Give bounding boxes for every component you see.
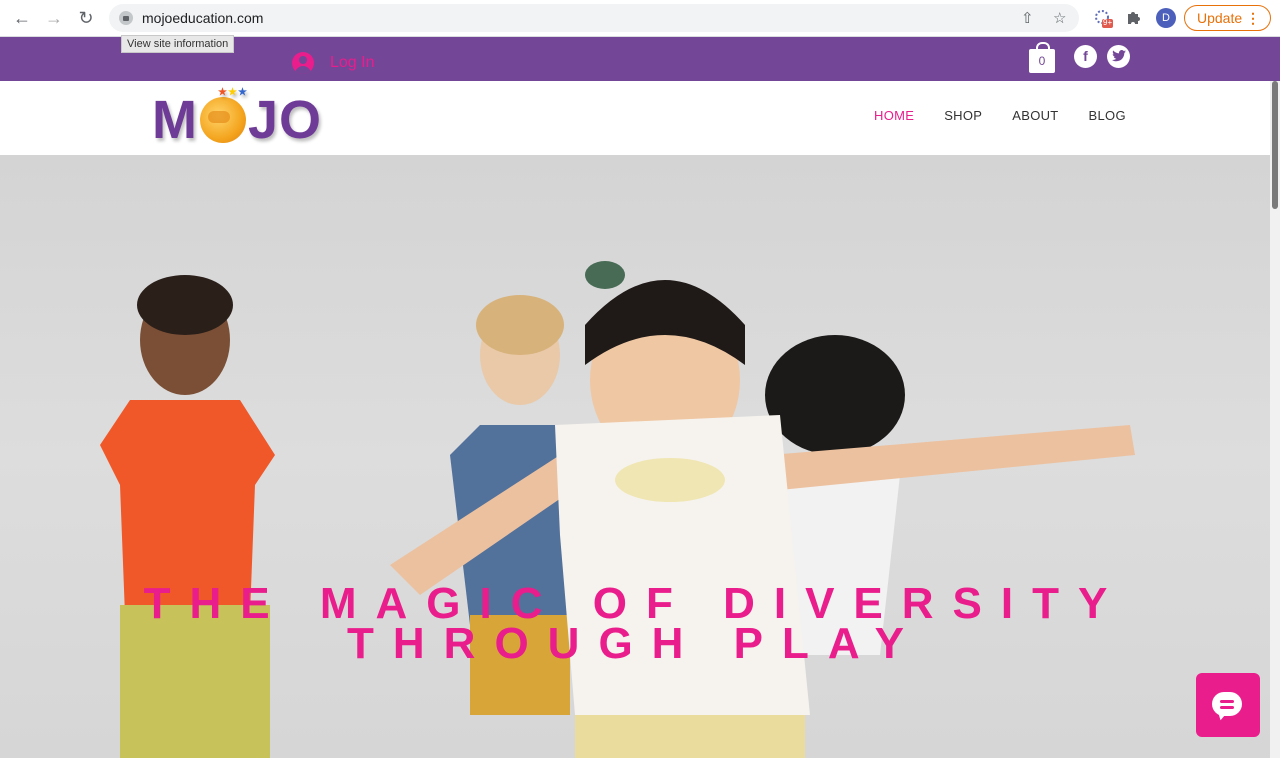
share-icon[interactable]: ⇧ bbox=[1021, 9, 1034, 27]
cart-count: 0 bbox=[1038, 54, 1046, 68]
reload-icon[interactable]: ↻ bbox=[76, 8, 96, 28]
update-label: Update bbox=[1197, 10, 1243, 26]
scroll-thumb[interactable] bbox=[1272, 81, 1278, 209]
chat-icon bbox=[1212, 692, 1242, 716]
hero-title-line2: THROUGH PLAY bbox=[347, 619, 923, 668]
lock-icon[interactable] bbox=[119, 11, 133, 25]
puzzle-icon[interactable] bbox=[1126, 9, 1144, 27]
star-icon[interactable]: ☆ bbox=[1053, 9, 1066, 27]
mojo-logo[interactable]: M ★★★ JO bbox=[152, 87, 323, 151]
hero-banner: THE MAGIC OF DIVERSITY THROUGH PLAY bbox=[0, 155, 1270, 758]
page-scrollbar[interactable] bbox=[1270, 81, 1280, 758]
user-icon bbox=[292, 52, 314, 74]
nav-blog[interactable]: BLOG bbox=[1089, 108, 1126, 123]
back-icon[interactable]: ← bbox=[12, 8, 32, 28]
login-label: Log In bbox=[330, 54, 375, 71]
browser-toolbar: ← → ↻ mojoeducation.com ⇧ ☆ 9+ D Update … bbox=[0, 0, 1280, 37]
extension-icon[interactable]: 9+ bbox=[1094, 9, 1113, 28]
nav-about[interactable]: ABOUT bbox=[1012, 108, 1058, 123]
twitter-icon[interactable] bbox=[1107, 45, 1130, 68]
nav-home[interactable]: HOME bbox=[874, 108, 914, 123]
url-text[interactable]: mojoeducation.com bbox=[142, 10, 263, 26]
facebook-icon[interactable]: f bbox=[1074, 45, 1097, 68]
site-header: M ★★★ JO HOME SHOP ABOUT BLOG bbox=[0, 81, 1280, 155]
globe-icon bbox=[199, 97, 246, 143]
nav-shop[interactable]: SHOP bbox=[944, 108, 982, 123]
chat-button[interactable] bbox=[1196, 673, 1260, 737]
extension-badge: 9+ bbox=[1103, 18, 1113, 27]
cart-icon[interactable]: 0 bbox=[1029, 42, 1055, 73]
profile-avatar[interactable]: D bbox=[1156, 8, 1176, 28]
stars-icon: ★★★ bbox=[218, 87, 248, 98]
logo-text-jo: JO bbox=[247, 90, 323, 150]
main-nav: HOME SHOP ABOUT BLOG bbox=[874, 108, 1156, 123]
site-info-tooltip: View site information bbox=[121, 35, 235, 53]
update-button[interactable]: Update ⋮ bbox=[1184, 5, 1271, 31]
forward-icon[interactable]: → bbox=[44, 8, 64, 28]
login-link[interactable]: Log In bbox=[292, 52, 374, 74]
logo-text-m: M bbox=[152, 90, 198, 150]
address-bar[interactable]: mojoeducation.com ⇧ ☆ bbox=[109, 4, 1079, 32]
menu-dots-icon: ⋮ bbox=[1246, 10, 1260, 26]
